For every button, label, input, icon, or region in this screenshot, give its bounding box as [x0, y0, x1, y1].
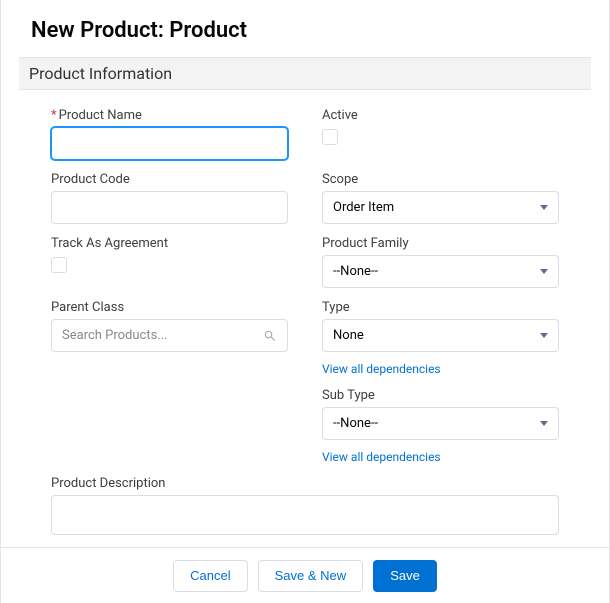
label-product-family: Product Family — [322, 236, 559, 251]
form-grid: * Product Name Active Product Code Scope… — [19, 90, 591, 535]
product-family-select[interactable]: --None-- — [322, 255, 559, 288]
field-active: Active — [322, 108, 559, 160]
required-indicator: * — [51, 108, 57, 123]
parent-class-placeholder: Search Products... — [62, 328, 168, 343]
track-as-agreement-checkbox[interactable] — [51, 257, 67, 273]
product-name-input[interactable] — [51, 127, 288, 160]
field-type: Type None View all dependencies — [322, 300, 559, 376]
chevron-down-icon — [540, 269, 548, 274]
label-sub-type: Sub Type — [322, 388, 559, 403]
label-product-description: Product Description — [51, 476, 559, 491]
label-parent-class: Parent Class — [51, 300, 288, 315]
chevron-down-icon — [540, 421, 548, 426]
search-icon — [263, 329, 277, 343]
new-product-modal: New Product: Product Product Information… — [0, 0, 610, 603]
scope-value: Order Item — [333, 200, 394, 215]
label-product-name-text: Product Name — [59, 108, 142, 123]
save-button[interactable]: Save — [373, 560, 437, 592]
modal-footer: Cancel Save & New Save — [1, 547, 609, 603]
label-track-as-agreement: Track As Agreement — [51, 236, 288, 251]
label-active: Active — [322, 108, 559, 123]
product-code-input[interactable] — [51, 191, 288, 224]
chevron-down-icon — [540, 333, 548, 338]
view-deps-type-link[interactable]: View all dependencies — [322, 362, 559, 376]
field-parent-class: Parent Class Search Products... — [51, 300, 288, 376]
view-deps-subtype-link[interactable]: View all dependencies — [322, 450, 559, 464]
type-select[interactable]: None — [322, 319, 559, 352]
label-type: Type — [322, 300, 559, 315]
active-checkbox[interactable] — [322, 129, 338, 145]
page-title: New Product: Product — [19, 0, 591, 57]
label-product-name: * Product Name — [51, 108, 288, 123]
field-product-code: Product Code — [51, 172, 288, 224]
product-family-value: --None-- — [333, 264, 378, 279]
scope-select[interactable]: Order Item — [322, 191, 559, 224]
modal-body: New Product: Product Product Information… — [1, 0, 609, 545]
field-product-family: Product Family --None-- — [322, 236, 559, 288]
product-description-textarea[interactable] — [51, 495, 559, 535]
label-scope: Scope — [322, 172, 559, 187]
sub-type-select[interactable]: --None-- — [322, 407, 559, 440]
field-sub-type: Sub Type --None-- View all dependencies — [322, 388, 559, 464]
empty-cell — [51, 388, 288, 464]
field-product-name: * Product Name — [51, 108, 288, 160]
field-scope: Scope Order Item — [322, 172, 559, 224]
type-value: None — [333, 328, 364, 343]
cancel-button[interactable]: Cancel — [173, 560, 247, 592]
label-product-code: Product Code — [51, 172, 288, 187]
field-track-as-agreement: Track As Agreement — [51, 236, 288, 288]
field-product-description: Product Description — [51, 476, 559, 535]
section-header-product-info: Product Information — [19, 57, 591, 90]
chevron-down-icon — [540, 205, 548, 210]
sub-type-value: --None-- — [333, 416, 378, 431]
parent-class-lookup[interactable]: Search Products... — [51, 319, 288, 352]
save-and-new-button[interactable]: Save & New — [258, 560, 364, 592]
